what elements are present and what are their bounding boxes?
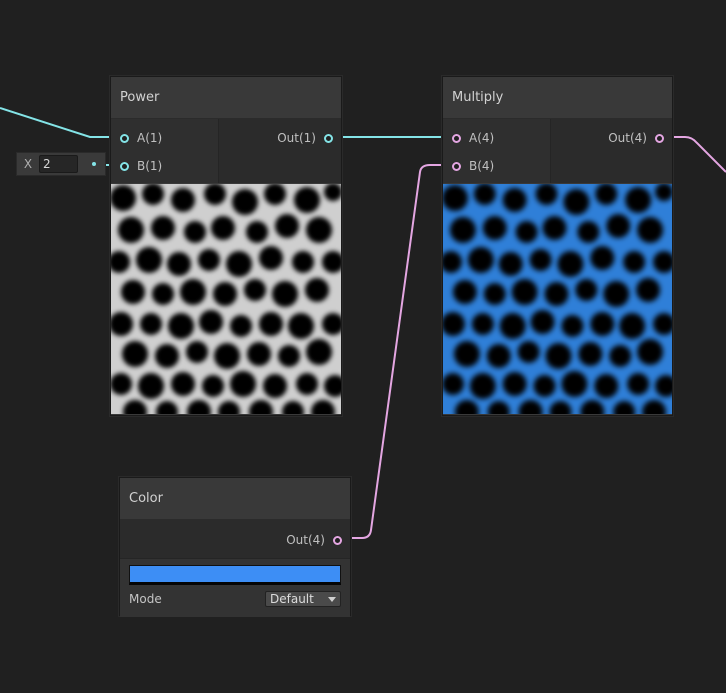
wire-into-power-a bbox=[0, 107, 120, 138]
multiply-outputs: Out(4) bbox=[551, 119, 672, 183]
power-node[interactable]: Power A(1) B(1) Out(1) bbox=[110, 76, 342, 416]
wire-color-to-multiply-b bbox=[340, 164, 452, 539]
multiply-output[interactable]: Out(4) bbox=[608, 130, 664, 146]
power-outputs: Out(1) bbox=[219, 119, 341, 183]
power-node-title[interactable]: Power bbox=[111, 77, 341, 119]
power-b-inline-field[interactable]: X 2 bbox=[16, 152, 106, 176]
port-label: B(1) bbox=[137, 159, 163, 173]
port-connected-icon[interactable] bbox=[333, 535, 342, 545]
port-connected-icon[interactable] bbox=[324, 133, 333, 143]
power-input-b[interactable]: B(1) bbox=[120, 158, 162, 174]
port-label: A(4) bbox=[469, 131, 495, 145]
multiply-node-title[interactable]: Multiply bbox=[443, 77, 672, 119]
port-connected-icon[interactable] bbox=[655, 133, 664, 143]
color-node-title[interactable]: Color bbox=[120, 478, 350, 520]
mode-value: Default bbox=[270, 592, 314, 606]
port-connected-icon[interactable] bbox=[452, 161, 461, 171]
port-label: B(4) bbox=[469, 159, 495, 173]
power-input-a[interactable]: A(1) bbox=[120, 130, 162, 146]
inline-field-port-icon bbox=[92, 162, 96, 166]
mode-label: Mode bbox=[129, 592, 162, 606]
mode-dropdown[interactable]: Default bbox=[265, 591, 341, 607]
power-output[interactable]: Out(1) bbox=[277, 130, 333, 146]
x-field-label: X bbox=[23, 157, 33, 171]
power-preview-image bbox=[111, 184, 341, 414]
port-connected-icon[interactable] bbox=[120, 161, 129, 171]
x-value-input[interactable]: 2 bbox=[39, 155, 78, 173]
color-swatch[interactable] bbox=[129, 565, 341, 585]
port-connected-icon[interactable] bbox=[452, 133, 461, 143]
color-settings: Mode Default bbox=[120, 559, 350, 617]
color-outputs: Out(4) bbox=[120, 520, 350, 559]
dropdown-arrow-icon bbox=[328, 596, 336, 602]
port-label: Out(1) bbox=[277, 131, 316, 145]
power-inputs: A(1) B(1) bbox=[111, 119, 219, 183]
port-label: Out(4) bbox=[608, 131, 647, 145]
port-label: A(1) bbox=[137, 131, 163, 145]
multiply-input-b[interactable]: B(4) bbox=[452, 158, 494, 174]
multiply-input-a[interactable]: A(4) bbox=[452, 130, 494, 146]
color-node[interactable]: Color Out(4) Mode Default bbox=[119, 477, 351, 617]
multiply-preview-image bbox=[443, 184, 672, 414]
color-output[interactable]: Out(4) bbox=[286, 532, 342, 548]
port-connected-icon[interactable] bbox=[120, 133, 129, 143]
multiply-inputs: A(4) B(4) bbox=[443, 119, 551, 183]
port-label: Out(4) bbox=[286, 533, 325, 547]
multiply-node[interactable]: Multiply A(4) B(4) Out(4) bbox=[442, 76, 673, 416]
